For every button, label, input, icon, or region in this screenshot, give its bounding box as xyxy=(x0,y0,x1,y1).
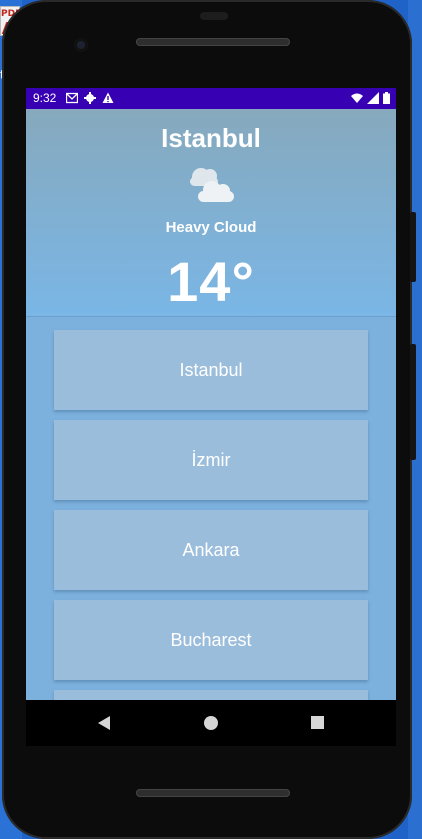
battery-icon xyxy=(383,92,390,104)
wifi-icon xyxy=(351,93,363,103)
weather-condition: Heavy Cloud xyxy=(165,219,257,236)
city-name: Istanbul xyxy=(161,123,261,153)
navigation-bar xyxy=(26,700,396,746)
temperature: 14° xyxy=(167,250,255,313)
settings-icon xyxy=(84,92,96,104)
proximity-sensor xyxy=(200,12,228,20)
status-bar: 9:32 xyxy=(26,88,396,109)
city-card-partial[interactable] xyxy=(54,690,368,700)
warning-icon xyxy=(102,92,114,103)
signal-icon xyxy=(367,92,379,104)
recents-button[interactable] xyxy=(311,716,324,729)
home-button[interactable] xyxy=(204,716,218,730)
weather-header: Istanbul Heavy Cloud 14° xyxy=(26,109,396,316)
city-list: Istanbul İzmir Ankara Bucharest xyxy=(26,316,396,700)
gmail-icon xyxy=(66,92,78,104)
city-card-ankara[interactable]: Ankara xyxy=(54,510,368,590)
top-speaker xyxy=(136,38,290,46)
back-button[interactable] xyxy=(98,716,110,730)
heavy-cloud-icon xyxy=(190,168,234,202)
front-camera xyxy=(74,38,88,52)
bottom-speaker xyxy=(136,789,290,797)
city-card-bucharest[interactable]: Bucharest xyxy=(54,600,368,680)
city-card-istanbul[interactable]: Istanbul xyxy=(54,330,368,410)
app-screen: 9:32 Istanbul Heavy Cloud 14° Istanbul İ… xyxy=(26,88,396,700)
power-button xyxy=(410,344,416,460)
city-card-izmir[interactable]: İzmir xyxy=(54,420,368,500)
status-time: 9:32 xyxy=(33,91,57,105)
volume-button xyxy=(410,212,416,282)
